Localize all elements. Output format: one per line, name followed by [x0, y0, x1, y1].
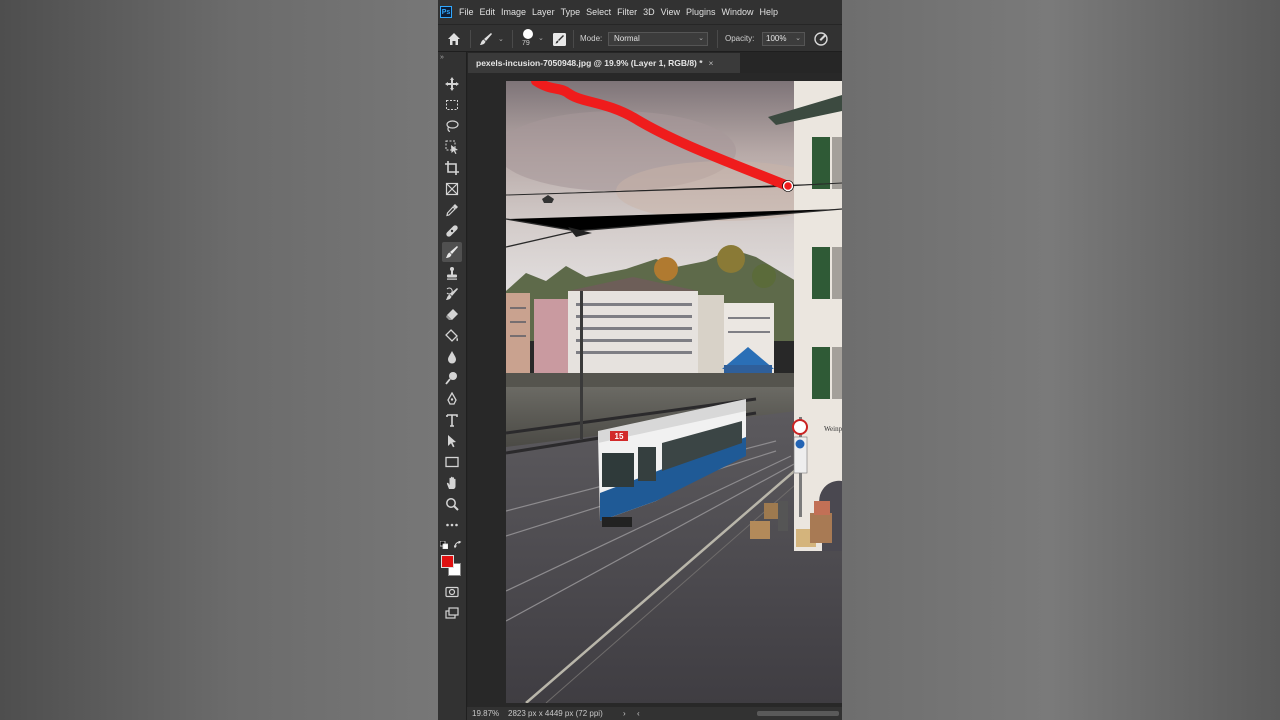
document-info: 2823 px x 4449 px (72 ppi) [508, 709, 603, 718]
collapse-panel-icon[interactable]: » [440, 54, 444, 61]
chevron-down-icon: ⌄ [795, 35, 801, 42]
close-tab-icon[interactable]: × [709, 58, 714, 68]
menu-help[interactable]: Help [760, 7, 779, 17]
eyedropper-icon[interactable] [442, 200, 462, 220]
hand-icon[interactable] [442, 473, 462, 493]
history-brush-icon[interactable] [442, 284, 462, 304]
eraser-icon[interactable] [442, 305, 462, 325]
path-select-icon[interactable] [442, 431, 462, 451]
separator [573, 30, 574, 48]
lasso-icon[interactable] [442, 116, 462, 136]
chevron-left-icon[interactable]: ‹ [637, 707, 640, 720]
horizontal-scrollbar[interactable] [757, 711, 839, 716]
frame-icon[interactable] [442, 179, 462, 199]
building [534, 299, 570, 375]
menu-3d[interactable]: 3D [643, 7, 655, 17]
mode-label: Mode: [580, 34, 603, 43]
building [506, 293, 530, 375]
move-icon[interactable] [442, 74, 462, 94]
options-bar: ⌄ 79 ⌄ Mode: Normal ⌄ Opacity: 100% ⌄ [438, 24, 842, 52]
clone-stamp-icon[interactable] [442, 263, 462, 283]
brush-settings-toggle-icon[interactable] [553, 33, 566, 46]
menu-bar: Ps File Edit Image Layer Type Select Fil… [438, 0, 842, 24]
brush-size-preview[interactable] [523, 29, 533, 39]
separator [512, 30, 513, 48]
blur-icon[interactable] [442, 347, 462, 367]
foreground-color-swatch[interactable] [441, 555, 454, 568]
default-colors-icon[interactable] [440, 541, 448, 549]
opacity-label: Opacity: [725, 34, 755, 43]
menu-edit[interactable]: Edit [480, 7, 496, 17]
zoom-level[interactable]: 19.87% [472, 707, 499, 720]
marquee-icon[interactable] [442, 95, 462, 115]
pressure-opacity-icon[interactable] [813, 31, 829, 47]
menu-filter[interactable]: Filter [617, 7, 637, 17]
zoom-icon[interactable] [442, 494, 462, 514]
opacity-value: 100% [766, 34, 787, 43]
brush-size-value: 79 [522, 40, 530, 47]
rectangle-icon[interactable] [442, 452, 462, 472]
canvas-photo[interactable]: 15 Weinp [506, 81, 842, 703]
tram-number: 15 [615, 432, 624, 441]
brush-preset-icon[interactable] [478, 31, 494, 47]
opacity-input[interactable]: 100% ⌄ [762, 32, 805, 46]
object-select-icon[interactable] [442, 137, 462, 157]
chevron-down-icon[interactable]: ⌄ [498, 35, 504, 43]
document-tab[interactable]: pexels-incusion-7050948.jpg @ 19.9% (Lay… [468, 53, 740, 73]
document-title: pexels-incusion-7050948.jpg @ 19.9% (Lay… [476, 58, 703, 68]
mode-value: Normal [614, 34, 640, 43]
menu-image[interactable]: Image [501, 7, 526, 17]
app-logo: Ps [440, 6, 452, 18]
menu-type[interactable]: Type [561, 7, 581, 17]
dodge-icon[interactable] [442, 368, 462, 388]
menu-plugins[interactable]: Plugins [686, 7, 716, 17]
building-sign-text: Weinp [824, 425, 842, 433]
status-bar: 19.87% 2823 px x 4449 px (72 ppi) › ‹ [467, 707, 842, 720]
separator [717, 30, 718, 48]
building [698, 295, 724, 375]
healing-brush-icon[interactable] [442, 221, 462, 241]
menu-file[interactable]: File [459, 7, 474, 17]
no-entry-sign [792, 419, 808, 435]
swap-colors-icon[interactable] [454, 541, 462, 549]
quick-mask-icon[interactable] [442, 582, 462, 602]
tools-panel: » [438, 52, 467, 720]
chevron-down-icon: ⌄ [698, 35, 704, 42]
home-icon[interactable] [446, 31, 462, 47]
separator [470, 30, 471, 48]
chevron-down-icon[interactable]: ⌄ [538, 34, 544, 42]
brush-icon[interactable] [442, 242, 462, 262]
menu-select[interactable]: Select [586, 7, 611, 17]
menu-window[interactable]: Window [722, 7, 754, 17]
mode-select[interactable]: Normal ⌄ [608, 32, 708, 46]
photoshop-window: Ps File Edit Image Layer Type Select Fil… [438, 0, 842, 720]
paint-bucket-icon[interactable] [442, 326, 462, 346]
crop-icon[interactable] [442, 158, 462, 178]
more-tools-icon[interactable] [442, 515, 462, 535]
menu-layer[interactable]: Layer [532, 7, 555, 17]
pen-icon[interactable] [442, 389, 462, 409]
menu-view[interactable]: View [661, 7, 680, 17]
chevron-right-icon[interactable]: › [623, 707, 626, 720]
screen-mode-icon[interactable] [442, 603, 462, 623]
type-icon[interactable] [442, 410, 462, 430]
